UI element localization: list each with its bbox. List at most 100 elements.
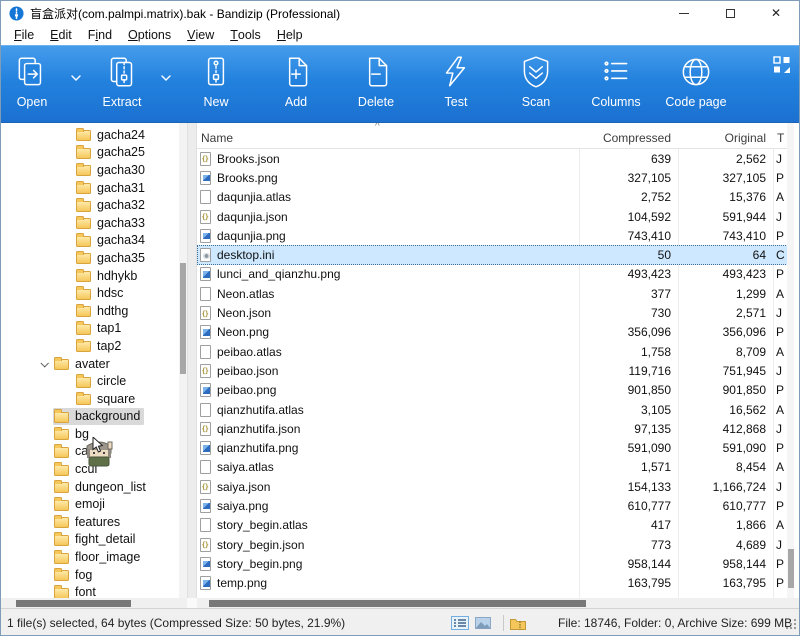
file-row[interactable]: Neon.png 356,096 356,096 P xyxy=(197,323,794,342)
sidebar-vertical-scrollbar[interactable] xyxy=(179,123,187,598)
file-row[interactable]: desktop.ini 50 64 C xyxy=(197,245,794,264)
file-name: Brooks.png xyxy=(217,171,278,185)
sidebar-folder-item[interactable]: gacha24 xyxy=(1,126,179,144)
delete-button[interactable]: Delete xyxy=(343,52,409,116)
folder-name: emoji xyxy=(75,497,105,511)
file-row[interactable]: qianzhutifa.atlas 3,105 16,562 A xyxy=(197,400,794,419)
sidebar-folder-item[interactable]: gacha30 xyxy=(1,161,179,179)
extract-dropdown-button[interactable] xyxy=(151,52,181,104)
details-view-button[interactable] xyxy=(451,616,469,630)
menu-item[interactable]: File xyxy=(6,25,42,45)
layout-toggle-button[interactable] xyxy=(773,56,791,79)
menu-item[interactable]: Options xyxy=(120,25,179,45)
sidebar-folder-item[interactable]: gacha33 xyxy=(1,214,179,232)
sidebar-folder-item[interactable]: dungeon_list xyxy=(1,478,179,496)
sidebar-folder-item[interactable]: emoji xyxy=(1,495,179,513)
extract-button[interactable]: Extract xyxy=(93,52,151,116)
sidebar-folder-item[interactable]: circle xyxy=(1,372,179,390)
sidebar-folder-item[interactable]: tap2 xyxy=(1,337,179,355)
codepage-button[interactable]: Code page xyxy=(653,52,739,116)
file-row[interactable]: daqunjia.json 104,592 591,944 J xyxy=(197,207,794,226)
thumbnail-view-button[interactable] xyxy=(475,617,491,629)
file-list-horizontal-scrollbar[interactable] xyxy=(197,598,800,608)
minimize-icon xyxy=(679,13,689,14)
menu-item[interactable]: Find xyxy=(80,25,120,45)
open-dropdown-button[interactable] xyxy=(61,52,91,104)
sidebar-folder-item[interactable]: hdsc xyxy=(1,284,179,302)
sidebar-folder-item[interactable]: avater xyxy=(1,355,179,373)
file-row[interactable]: story_begin.png 958,144 958,144 P xyxy=(197,554,794,573)
sidebar-folder-item[interactable]: ccui xyxy=(1,460,179,478)
add-button[interactable]: Add xyxy=(263,52,329,116)
menu-item[interactable]: Edit xyxy=(42,25,80,45)
chevron-down-icon[interactable] xyxy=(35,355,53,372)
file-name: story_begin.atlas xyxy=(217,518,308,532)
file-row[interactable]: peibao.atlas 1,758 8,709 A xyxy=(197,342,794,361)
sidebar-folder-item[interactable]: gacha31 xyxy=(1,179,179,197)
file-row[interactable]: Neon.json 730 2,571 J xyxy=(197,303,794,322)
pane-splitter[interactable] xyxy=(187,123,197,598)
file-row[interactable]: Brooks.json 639 2,562 J xyxy=(197,149,794,168)
sidebar-folder-item[interactable]: hdthg xyxy=(1,302,179,320)
sidebar-folder-item[interactable]: features xyxy=(1,513,179,531)
file-row[interactable]: lunci_and_qianzhu.png 493,423 493,423 P xyxy=(197,265,794,284)
folder-icon xyxy=(76,148,91,159)
sidebar-folder-item[interactable]: gacha25 xyxy=(1,144,179,162)
file-row[interactable]: qianzhutifa.json 97,135 412,868 J xyxy=(197,419,794,438)
resize-grip-icon[interactable] xyxy=(786,617,797,635)
column-header-original[interactable]: Original xyxy=(678,131,773,145)
sidebar-folder-item[interactable]: fog xyxy=(1,566,179,584)
file-row[interactable]: daqunjia.atlas 2,752 15,376 A xyxy=(197,188,794,207)
file-row[interactable]: peibao.png 901,850 901,850 P xyxy=(197,381,794,400)
column-header-compressed[interactable]: Compressed xyxy=(579,131,678,145)
file-row[interactable]: saiya.png 610,777 610,777 P xyxy=(197,496,794,515)
open-button[interactable]: Open xyxy=(3,52,61,116)
menu-item[interactable]: Help xyxy=(269,25,311,45)
menu-item[interactable]: Tools xyxy=(222,25,269,45)
sidebar-hscroll-thumb[interactable] xyxy=(16,600,131,607)
new-label: New xyxy=(203,95,228,109)
file-row[interactable]: story_begin.atlas 417 1,866 A xyxy=(197,516,794,535)
new-button[interactable]: New xyxy=(183,52,249,116)
sidebar-folder-item[interactable]: square xyxy=(1,390,179,408)
sidebar-folder-item[interactable]: tap1 xyxy=(1,320,179,338)
menu-item[interactable]: View xyxy=(179,25,222,45)
sidebar-folder-item[interactable]: gacha32 xyxy=(1,196,179,214)
column-header-name[interactable]: Name xyxy=(197,131,579,145)
file-original-size: 2,562 xyxy=(678,152,773,166)
minimize-button[interactable] xyxy=(661,1,707,25)
sidebar-scrollbar-thumb[interactable] xyxy=(180,263,186,374)
test-button[interactable]: Test xyxy=(423,52,489,116)
archive-folder-button[interactable] xyxy=(510,617,526,630)
sidebar-folder-item[interactable]: gacha35 xyxy=(1,249,179,267)
file-row[interactable]: daqunjia.png 743,410 743,410 P xyxy=(197,226,794,245)
file-icon xyxy=(200,422,211,436)
file-row[interactable]: saiya.atlas 1,571 8,454 A xyxy=(197,458,794,477)
scan-button[interactable]: Scan xyxy=(503,52,569,116)
columns-button[interactable]: Columns xyxy=(583,52,649,116)
file-row[interactable]: temp.png 163,795 163,795 P xyxy=(197,574,794,593)
file-list-vertical-scrollbar[interactable] xyxy=(787,123,794,598)
sidebar-folder-item[interactable]: font xyxy=(1,583,179,598)
sidebar-horizontal-scrollbar[interactable] xyxy=(1,598,187,608)
sidebar-folder-item[interactable]: background xyxy=(1,408,179,426)
file-compressed-size: 591,090 xyxy=(579,441,678,455)
file-row[interactable]: story_begin.json 773 4,689 J xyxy=(197,535,794,554)
file-row[interactable]: Brooks.png 327,105 327,105 P xyxy=(197,168,794,187)
sidebar-folder-item[interactable]: floor_image xyxy=(1,548,179,566)
test-label: Test xyxy=(445,95,468,109)
sidebar-folder-item[interactable]: fight_detail xyxy=(1,531,179,549)
file-list-scrollbar-thumb[interactable] xyxy=(788,549,794,588)
file-list-hscroll-thumb[interactable] xyxy=(209,600,586,607)
sidebar-folder-item[interactable]: card xyxy=(1,443,179,461)
sidebar-folder-item[interactable]: bg xyxy=(1,425,179,443)
close-button[interactable]: ✕ xyxy=(753,1,799,25)
file-row[interactable]: Neon.atlas 377 1,299 A xyxy=(197,284,794,303)
maximize-button[interactable] xyxy=(707,1,753,25)
file-row[interactable]: peibao.json 119,716 751,945 J xyxy=(197,361,794,380)
file-row[interactable]: qianzhutifa.png 591,090 591,090 P xyxy=(197,438,794,457)
file-icon xyxy=(200,152,211,166)
sidebar-folder-item[interactable]: gacha34 xyxy=(1,232,179,250)
sidebar-folder-item[interactable]: hdhykb xyxy=(1,267,179,285)
file-row[interactable]: saiya.json 154,133 1,166,724 J xyxy=(197,477,794,496)
